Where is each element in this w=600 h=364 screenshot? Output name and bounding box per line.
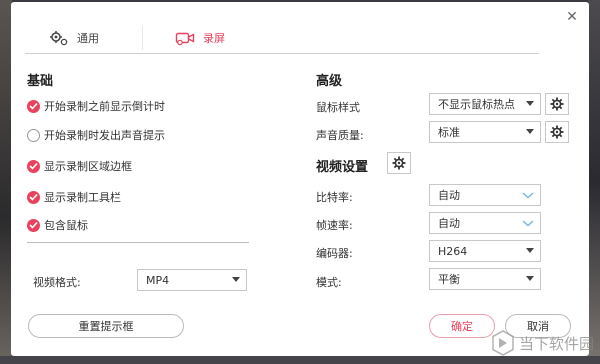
- option-label: 显示录制区域边框: [44, 160, 132, 173]
- mode-select[interactable]: 平衡: [429, 268, 541, 290]
- audio-quality-label: 声音质量:: [316, 129, 364, 142]
- tab-record[interactable]: 录屏: [175, 22, 225, 53]
- option-include-mouse[interactable]: 包含鼠标: [27, 217, 88, 233]
- option-label: 开始录制时发出声音提示: [44, 129, 165, 142]
- reset-prompts-button[interactable]: 重置提示框: [28, 314, 184, 338]
- dropdown-arrow-icon: [526, 101, 534, 106]
- framerate-label: 帧速率:: [316, 219, 353, 232]
- checkbox-checked-icon[interactable]: [27, 159, 40, 173]
- divider: [27, 242, 249, 243]
- video-settings-title: 视频设置: [316, 160, 369, 175]
- gears-icon: [50, 30, 68, 45]
- tab-general[interactable]: 通用: [49, 22, 99, 53]
- watermark-text: 当下软件园: [518, 334, 594, 353]
- video-format-value: MP4: [146, 273, 170, 287]
- mode-value: 平衡: [438, 273, 460, 286]
- video-format-label: 视频格式:: [33, 276, 81, 289]
- video-camera-icon: [175, 32, 195, 45]
- close-icon[interactable]: ✕: [565, 10, 579, 24]
- watermark: 当下软件园: [491, 330, 594, 356]
- option-show-border[interactable]: 显示录制区域边框: [27, 158, 132, 174]
- audio-quality-settings-button[interactable]: [545, 121, 569, 143]
- video-settings-button[interactable]: [387, 152, 411, 174]
- checkbox-checked-icon[interactable]: [27, 218, 40, 232]
- encoder-label: 编码器:: [316, 247, 353, 260]
- tab-separator: [142, 26, 143, 50]
- ok-label: 确定: [451, 320, 473, 333]
- chevron-down-icon: [522, 220, 534, 227]
- bitrate-select[interactable]: 自动: [429, 184, 541, 206]
- checkbox-checked-icon[interactable]: [27, 99, 40, 113]
- chevron-down-icon: [522, 192, 534, 199]
- dropdown-arrow-icon: [526, 276, 534, 281]
- bitrate-value: 自动: [438, 189, 460, 202]
- gear-icon: [550, 125, 564, 139]
- dropdown-arrow-icon: [526, 129, 534, 134]
- option-sound-prompt[interactable]: 开始录制时发出声音提示: [27, 127, 165, 143]
- option-show-toolbar[interactable]: 显示录制工具栏: [27, 189, 121, 205]
- bitrate-label: 比特率:: [316, 191, 353, 204]
- dropdown-arrow-icon: [232, 277, 240, 282]
- background-bottom-edge: [0, 356, 600, 364]
- encoder-value: H264: [438, 244, 468, 258]
- cursor-style-value: 不显示鼠标热点: [438, 98, 515, 111]
- option-label: 显示录制工具栏: [44, 191, 121, 204]
- dropdown-arrow-icon: [526, 248, 534, 253]
- advanced-section-title: 高级: [316, 74, 343, 89]
- encoder-select[interactable]: H264: [429, 240, 541, 262]
- reset-prompts-label: 重置提示框: [78, 320, 134, 333]
- audio-quality-value: 标准: [438, 126, 460, 139]
- mode-label: 模式:: [316, 276, 342, 289]
- ok-button[interactable]: 确定: [429, 314, 495, 338]
- cursor-style-select[interactable]: 不显示鼠标热点: [429, 93, 541, 115]
- option-countdown[interactable]: 开始录制之前显示倒计时: [27, 98, 165, 114]
- tab-record-label: 录屏: [203, 31, 225, 45]
- watermark-logo-icon: [492, 330, 514, 356]
- checkbox-checked-icon[interactable]: [27, 190, 40, 204]
- option-label: 包含鼠标: [44, 219, 88, 232]
- video-format-select[interactable]: MP4: [137, 269, 247, 291]
- checkbox-unchecked-icon[interactable]: [27, 128, 40, 142]
- gear-icon: [550, 97, 564, 111]
- cursor-style-label: 鼠标样式: [316, 101, 360, 114]
- background-right-edge: [588, 0, 600, 364]
- settings-dialog: ✕ 通用 录屏 基础 开始录制之前显示倒计时 开始录制时发出声音提示 显示录制区…: [11, 2, 589, 356]
- tab-bar: 通用 录屏: [25, 22, 539, 54]
- option-label: 开始录制之前显示倒计时: [44, 100, 165, 113]
- framerate-select[interactable]: 自动: [429, 212, 541, 234]
- audio-quality-select[interactable]: 标准: [429, 121, 541, 143]
- basic-section-title: 基础: [27, 74, 54, 89]
- gear-icon: [392, 156, 406, 170]
- framerate-value: 自动: [438, 217, 460, 230]
- tab-general-label: 通用: [77, 31, 99, 45]
- cursor-style-settings-button[interactable]: [545, 93, 569, 115]
